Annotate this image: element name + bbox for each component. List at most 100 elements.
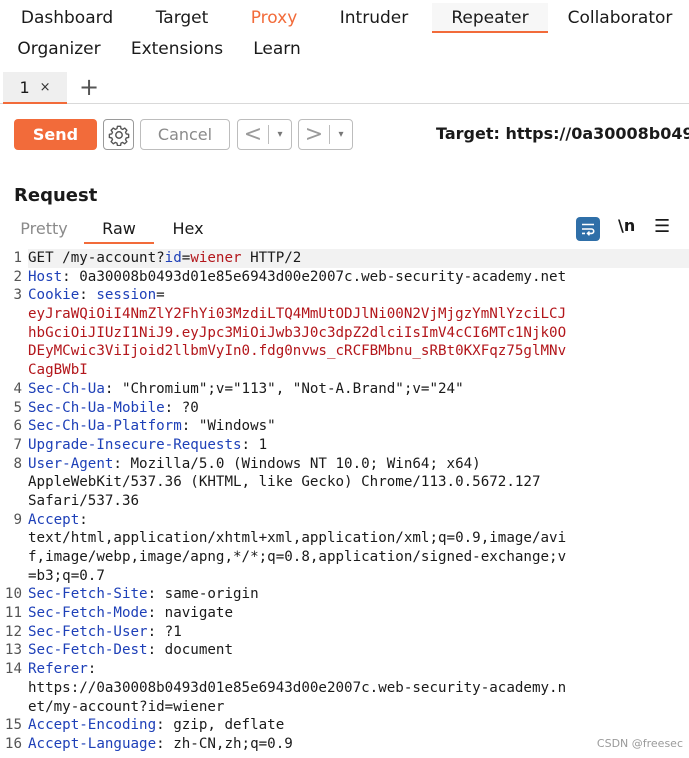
settings-button[interactable] [103, 119, 134, 150]
visual-row: Accept-Encoding: gzip, deflate [28, 716, 689, 735]
header-value: : zh-CN,zh;q=0.9 [156, 735, 293, 752]
editor-line: 11 Sec-Fetch-Mode: navigate [0, 604, 689, 623]
tab-hex[interactable]: Hex [160, 214, 216, 244]
header-name: Sec-Fetch-Dest [28, 642, 148, 659]
line-number: 15 [4, 717, 22, 734]
cancel-button[interactable]: Cancel [140, 119, 230, 150]
line-number: 2 [13, 268, 22, 285]
repeater-tab-label: 1 [19, 77, 30, 97]
line-content: Sec-Ch-Ua: "Chromium";v="113", "Not-A.Br… [28, 380, 689, 399]
editor-line: 6 Sec-Ch-Ua-Platform: "Windows" [0, 417, 689, 436]
chevron-right-icon: > [304, 122, 324, 147]
line-content: Sec-Ch-Ua-Platform: "Windows" [28, 417, 689, 436]
visual-row: Accept-Language: zh-CN,zh;q=0.9 [28, 735, 689, 754]
visual-row: Sec-Ch-Ua: "Chromium";v="113", "Not-A.Br… [28, 380, 689, 399]
header-value: https://0a30008b0493d01e85e6943d00e2007c… [28, 679, 567, 696]
repeater-toolbar: Send Cancel < ▾ > ▾ Target: https://0a30… [0, 114, 689, 154]
nav-tab-learn[interactable]: Learn [242, 34, 312, 64]
repeater-tab-1[interactable]: 1 × [3, 72, 67, 104]
line-content: Sec-Fetch-Mode: navigate [28, 604, 689, 623]
visual-row: Accept: [28, 511, 689, 530]
add-tab-icon[interactable]: + [78, 72, 100, 102]
line-content: GET /my-account?id=wiener HTTP/2 [28, 249, 689, 268]
line-number: 9 [13, 511, 22, 528]
nav-tab-intruder[interactable]: Intruder [318, 3, 430, 33]
show-newlines-toggle[interactable]: \n [618, 216, 635, 235]
request-editor[interactable]: 1 GET /my-account?id=wiener HTTP/2 2 Host: … [0, 249, 689, 758]
editor-line: 2 Host: 0a30008b0493d01e85e6943d00e2007c.… [0, 268, 689, 287]
line-number: 5 [13, 399, 22, 416]
header-name: session [96, 287, 157, 304]
header-name: Sec-Ch-Ua-Mobile [28, 399, 165, 416]
header-value: f,image/webp,image/apng,*/*;q=0.8,applic… [28, 549, 567, 565]
header-name: Host [28, 268, 63, 285]
visual-row: Sec-Fetch-Site: same-origin [28, 585, 689, 604]
line-content: Sec-Ch-Ua-Mobile: ?0 [28, 399, 689, 418]
header-value: : "Windows" [181, 418, 276, 435]
header-name: Referer [28, 661, 88, 678]
chevron-down-icon[interactable]: ▾ [330, 129, 352, 140]
visual-row: AppleWebKit/537.36 (KHTML, like Gecko) C… [28, 473, 689, 492]
nav-tab-collaborator[interactable]: Collaborator [552, 3, 688, 33]
header-name: Accept-Encoding [28, 717, 157, 734]
editor-line: 4 Sec-Ch-Ua: "Chromium";v="113", "Not-A.B… [0, 380, 689, 399]
nav-tab-proxy[interactable]: Proxy [230, 3, 318, 33]
word-wrap-icon [582, 223, 595, 236]
line-content: Sec-Fetch-Site: same-origin [28, 585, 689, 604]
line-number: 13 [4, 642, 22, 659]
repeater-tab-strip: 1 × + [0, 70, 689, 104]
header-name: Sec-Ch-Ua [28, 380, 105, 397]
line-content: Host: 0a30008b0493d01e85e6943d00e2007c.w… [28, 268, 689, 287]
param-value: CagBWbI [28, 362, 88, 379]
line-number: 3 [13, 287, 22, 304]
visual-row: hbGciOiJIUzI1NiJ9.eyJpc3MiOiJwb3J0c3dpZ2… [28, 324, 689, 343]
editor-line: 15 Accept-Encoding: gzip, deflate [0, 716, 689, 735]
nav-tab-dashboard[interactable]: Dashboard [0, 3, 134, 33]
editor-line: 3 Cookie: session= eyJraWQiOiI4NmZlY2FhYi0… [0, 286, 689, 379]
watermark: CSDN @freesec [596, 737, 683, 750]
param-value: hbGciOiJIUzI1NiJ9.eyJpc3MiOiJwb3J0c3dpZ2… [28, 324, 567, 341]
header-name: Sec-Fetch-User [28, 623, 148, 640]
param-value: DEyMCwic3ViIjoid2llbmVyIn0.fdg0nvws_cRCF… [28, 343, 567, 360]
nav-tab-extensions[interactable]: Extensions [122, 34, 232, 64]
nav-tab-repeater[interactable]: Repeater [432, 3, 548, 33]
tab-raw[interactable]: Raw [84, 214, 154, 244]
send-button[interactable]: Send [14, 119, 97, 150]
request-panel-title: Request [14, 185, 98, 206]
line-content: Referer: https://0a30008b0493d01e85e6943d… [28, 660, 689, 716]
editor-line: 7 Upgrade-Insecure-Requests: 1 [0, 436, 689, 455]
editor-line: 1 GET /my-account?id=wiener HTTP/2 [0, 249, 689, 268]
nav-tab-target[interactable]: Target [134, 3, 230, 33]
nav-tab-organizer[interactable]: Organizer [6, 34, 112, 64]
editor-line: 5 Sec-Ch-Ua-Mobile: ?0 [0, 399, 689, 418]
request-view-tabs: Pretty Raw Hex \n ☰ [0, 214, 689, 245]
back-button[interactable]: < ▾ [237, 119, 292, 150]
tab-pretty[interactable]: Pretty [14, 214, 74, 244]
editor-line: 12 Sec-Fetch-User: ?1 [0, 623, 689, 642]
word-wrap-button[interactable] [576, 217, 600, 241]
line-number: 4 [13, 380, 22, 397]
header-value: : same-origin [147, 586, 259, 603]
editor-line: 10 Sec-Fetch-Site: same-origin [0, 585, 689, 604]
header-value: GET /my-account? [28, 250, 165, 266]
line-content: Sec-Fetch-Dest: document [28, 641, 689, 660]
visual-row: text/html,application/xhtml+xml,applicat… [28, 529, 689, 548]
line-number: 10 [4, 586, 22, 603]
header-value: : ?1 [147, 623, 182, 640]
top-nav: Dashboard Target Proxy Intruder Repeater… [0, 0, 689, 62]
editor-line: 14 Referer: https://0a30008b0493d01e85e694… [0, 660, 689, 716]
editor-line: 8 User-Agent: Mozilla/5.0 (Windows NT 10.… [0, 455, 689, 511]
header-name: Upgrade-Insecure-Requests [28, 436, 242, 453]
hamburger-menu-icon[interactable]: ☰ [654, 216, 670, 237]
header-name: Sec-Fetch-Site [28, 586, 148, 603]
visual-row: Sec-Ch-Ua-Platform: "Windows" [28, 417, 689, 436]
chevron-down-icon[interactable]: ▾ [269, 129, 291, 140]
close-icon[interactable]: × [40, 80, 51, 95]
target-label[interactable]: Target: https://0a30008b0493d01e85e6943d… [436, 124, 689, 143]
visual-row: Upgrade-Insecure-Requests: 1 [28, 436, 689, 455]
param-value: eyJraWQiOiI4NmZlY2FhYi03MzdiLTQ4MmUtODJl… [28, 306, 567, 323]
forward-button[interactable]: > ▾ [298, 119, 353, 150]
header-value: : [87, 661, 97, 678]
line-number: 7 [13, 436, 22, 453]
header-value: HTTP/2 [241, 250, 302, 266]
